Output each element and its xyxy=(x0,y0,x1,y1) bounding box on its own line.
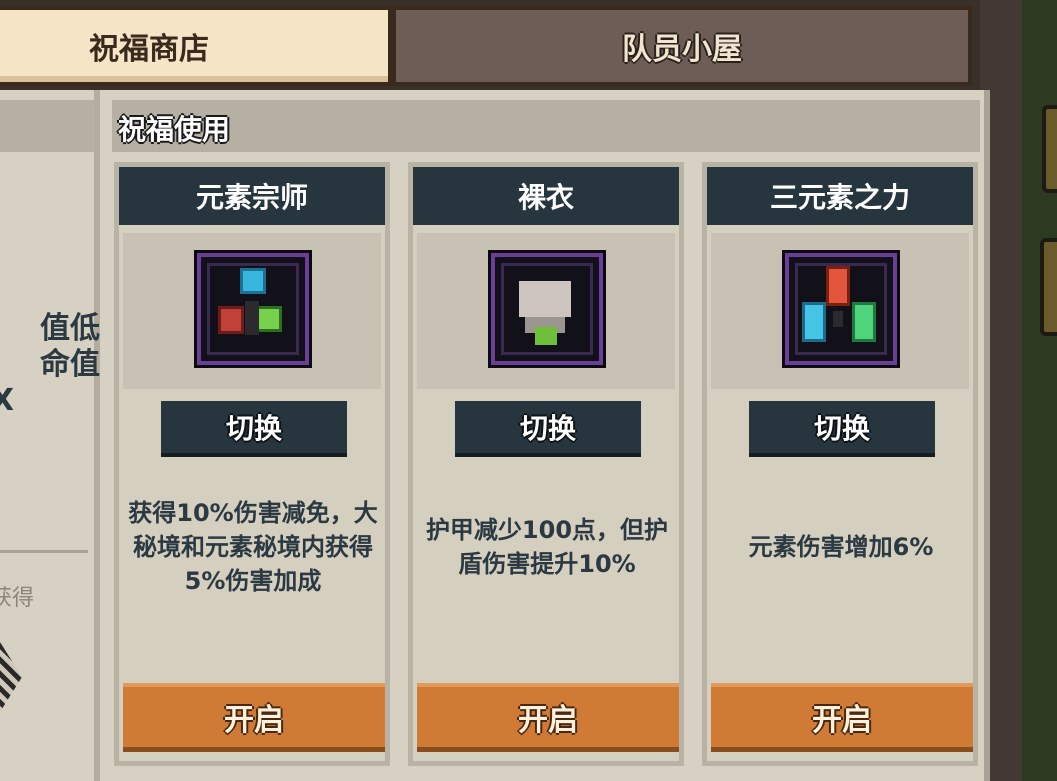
blessing-card: 裸衣 切换 护甲减少100点，但护盾伤害提升10% 开启 xyxy=(408,162,684,766)
tab-label: 队员小屋 xyxy=(622,32,742,67)
tab-bar: 祝福商店 队员小屋 xyxy=(0,0,980,90)
blessing-card: 元素宗师 切换 获得10%伤害减免，大秘境和元素秘境内获得5%伤害加成 开启 xyxy=(114,162,390,766)
blessing-panel: 值低 命值 X 获得 祝福使用 元素宗师 切换 获得10%伤害减免，大秘境和元素… xyxy=(0,90,990,781)
card-header: 裸衣 xyxy=(413,167,679,225)
card-icon-area xyxy=(417,233,675,389)
open-button[interactable]: 开启 xyxy=(417,683,679,747)
open-button[interactable]: 开启 xyxy=(711,683,973,747)
switch-button[interactable]: 切换 xyxy=(749,401,935,453)
blessing-card: 三元素之力 切换 元素伤害增加6% 开启 xyxy=(702,162,978,766)
switch-button-label: 切换 xyxy=(813,412,870,445)
card-title: 元素宗师 xyxy=(195,181,308,214)
bare-clothes-icon xyxy=(488,250,606,368)
left-panel-small-text: 获得 xyxy=(0,586,34,611)
left-panel: 值低 命值 X 获得 xyxy=(0,90,100,781)
tab-team-house[interactable]: 队员小屋 xyxy=(392,6,972,86)
section-header: 祝福使用 xyxy=(112,100,980,152)
element-master-icon xyxy=(194,250,312,368)
tab-label: 祝福商店 xyxy=(89,32,209,67)
section-title: 祝福使用 xyxy=(118,113,231,146)
left-panel-text: 值低 xyxy=(40,312,100,346)
card-description: 元素伤害增加6% xyxy=(748,533,934,561)
card-header: 元素宗师 xyxy=(119,167,385,225)
scenery-frame-icon xyxy=(1040,238,1057,336)
card-title: 三元素之力 xyxy=(769,181,910,214)
item-gem-icon[interactable] xyxy=(0,642,22,712)
switch-button-label: 切换 xyxy=(519,412,576,445)
open-button[interactable]: 开启 xyxy=(123,683,385,747)
open-button-label: 开启 xyxy=(812,703,872,738)
card-icon-area xyxy=(123,233,381,389)
left-panel-text: X xyxy=(0,384,14,418)
open-button-label: 开启 xyxy=(518,703,578,738)
open-button-label: 开启 xyxy=(224,703,284,738)
card-description: 护甲减少100点，但护盾伤害提升10% xyxy=(425,516,669,578)
switch-button[interactable]: 切换 xyxy=(161,401,347,453)
left-panel-header xyxy=(0,100,94,152)
scenery-frame-icon xyxy=(1042,105,1057,193)
card-description: 获得10%伤害减免，大秘境和元素秘境内获得5%伤害加成 xyxy=(128,499,378,595)
card-icon-area xyxy=(711,233,969,389)
switch-button-label: 切换 xyxy=(225,412,282,445)
left-panel-text: 命值 xyxy=(40,348,100,382)
divider xyxy=(0,550,88,553)
switch-button[interactable]: 切换 xyxy=(455,401,641,453)
card-header: 三元素之力 xyxy=(707,167,973,225)
background-scenery xyxy=(1022,0,1057,781)
tab-blessing-shop[interactable]: 祝福商店 xyxy=(0,6,392,86)
three-elements-icon xyxy=(782,250,900,368)
card-title: 裸衣 xyxy=(517,181,574,214)
shop-window: 祝福商店 队员小屋 值低 命值 X 获得 祝福使用 元素宗师 切换 获得10%伤… xyxy=(0,0,1022,781)
